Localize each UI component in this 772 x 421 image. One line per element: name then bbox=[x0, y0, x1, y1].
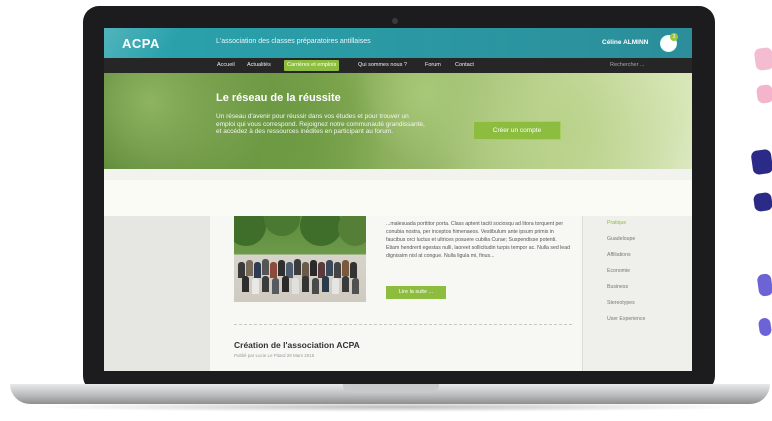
site-header: ACPA L'association des classes préparato… bbox=[104, 28, 692, 58]
notification-badge[interactable]: 3 bbox=[670, 33, 678, 41]
laptop-notch bbox=[343, 384, 439, 393]
article-title[interactable]: Création de l'association ACPA bbox=[234, 340, 360, 350]
content-band bbox=[104, 180, 692, 216]
sidebar-category-pratique[interactable]: Pratique bbox=[607, 220, 626, 226]
decor-blob bbox=[757, 317, 772, 337]
article-divider bbox=[234, 324, 572, 325]
decor-blob bbox=[752, 191, 772, 213]
nav-item-accueil[interactable]: Accueil bbox=[214, 60, 238, 71]
nav-item-qui-sommes-nous[interactable]: Qui sommes nous ? bbox=[355, 60, 410, 71]
website-screen: ACPA L'association des classes préparato… bbox=[104, 28, 692, 371]
decor-blob bbox=[756, 273, 772, 297]
nav-item-forum[interactable]: Forum bbox=[422, 60, 444, 71]
hero-banner: Le réseau de la réussite Un réseau d'ave… bbox=[104, 73, 692, 169]
read-more-button[interactable]: Lire la suite ... bbox=[386, 286, 446, 299]
article-photo[interactable] bbox=[234, 216, 366, 302]
main-nav: Accueil Actualités Carrières et emplois … bbox=[104, 58, 692, 73]
sidebar-category-guadeloupe[interactable]: Guadeloupe bbox=[607, 236, 635, 242]
sidebar-category-economie[interactable]: Economie bbox=[607, 268, 630, 274]
category-sidebar bbox=[582, 216, 692, 371]
sidebar-category-affiliations[interactable]: Affiliations bbox=[607, 252, 631, 258]
left-margin bbox=[104, 216, 210, 371]
decor-blob bbox=[750, 148, 772, 176]
nav-item-carrieres[interactable]: Carrières et emplois bbox=[284, 60, 340, 71]
article-excerpt: ...malesuada porttitor porta. Class apte… bbox=[386, 221, 570, 259]
site-tagline: L'association des classes préparatoires … bbox=[216, 38, 371, 45]
sidebar-category-user-experience[interactable]: User Experience bbox=[607, 316, 645, 322]
create-account-button[interactable]: Créer un compte bbox=[473, 121, 561, 140]
hero-title: Le réseau de la réussite bbox=[216, 92, 341, 104]
site-logo[interactable]: ACPA bbox=[122, 36, 160, 51]
decor-blob bbox=[753, 46, 772, 72]
decor-blob bbox=[755, 83, 772, 105]
sidebar-category-stereotypes[interactable]: Stereotypes bbox=[607, 300, 635, 306]
hero-text: Un réseau d'avenir pour réussir dans vos… bbox=[216, 113, 425, 135]
webcam bbox=[392, 18, 398, 24]
user-name[interactable]: Céline ALMINN bbox=[602, 39, 648, 46]
nav-item-actualites[interactable]: Actualités bbox=[244, 60, 274, 71]
nav-item-contact[interactable]: Contact bbox=[452, 60, 477, 71]
sidebar-category-business[interactable]: Business bbox=[607, 284, 628, 290]
article-meta: Publié par Lucie Le Pitard 28 Mars 2015 bbox=[234, 353, 315, 358]
search-input[interactable]: Rechercher ... bbox=[610, 60, 645, 71]
